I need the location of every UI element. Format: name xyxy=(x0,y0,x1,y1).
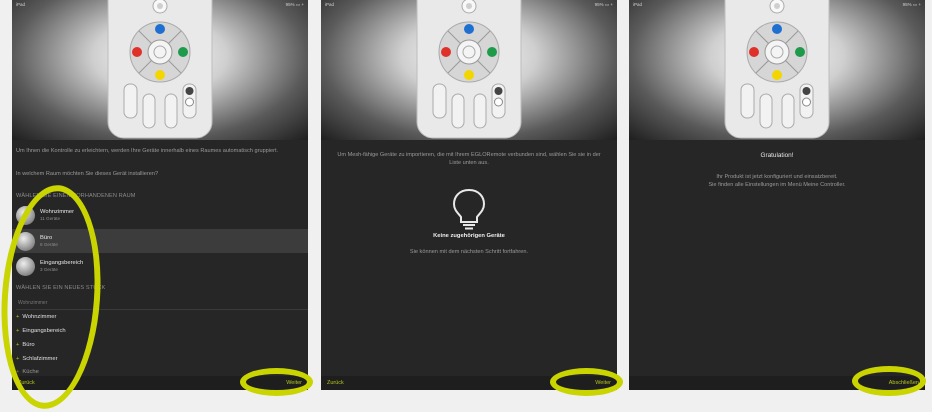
room-device-count: 3 Geräte xyxy=(40,267,58,272)
room-device-count: 11 Geräte xyxy=(40,216,61,221)
new-room-option[interactable]: + Schlafzimmer xyxy=(16,356,58,362)
remote-hero-image xyxy=(629,0,925,140)
footer-bar: Zurück Weiter xyxy=(12,376,308,390)
room-item-wohnzimmer[interactable]: Wohnzimmer 11 Geräte xyxy=(12,203,308,227)
new-room-option[interactable]: + Eingangsbereich xyxy=(16,328,66,334)
tutorial-composite: iPad 95% ▭ + Um Ihnen die Kontrolle zu e… xyxy=(0,0,932,412)
import-intro-text: Um Mesh-fähige Geräte zu importieren, di… xyxy=(337,152,601,166)
new-room-label: Eingangsbereich xyxy=(22,328,66,334)
empty-state-subtitle: Sie können mit dem nächsten Schritt fort… xyxy=(409,249,529,255)
lightbulb-icon xyxy=(452,188,486,230)
room-avatar-icon xyxy=(16,231,35,251)
remote-control-icon xyxy=(416,0,522,139)
plus-icon: + xyxy=(16,356,20,362)
status-battery: 95% ▭ + xyxy=(594,2,613,7)
room-item-buero[interactable]: Büro 8 Geräte xyxy=(12,229,308,253)
status-carrier: iPad xyxy=(325,2,335,7)
status-battery: 95% ▭ + xyxy=(285,2,304,7)
footer-bar: Abschließen xyxy=(629,376,925,390)
divider xyxy=(16,309,308,310)
room-device-count: 8 Geräte xyxy=(40,242,58,247)
status-carrier: iPad xyxy=(16,2,26,7)
congrats-line-2: Sie finden alle Einstellungen im Menü Me… xyxy=(708,182,846,188)
question-text: In welchem Raum möchten Sie dieses Gerät… xyxy=(16,171,159,177)
screen-congratulation: iPad 95% ▭ + Gratulation! Ihr Produkt is… xyxy=(629,0,925,390)
back-button[interactable]: Zurück xyxy=(327,380,344,386)
new-room-option[interactable]: + Büro xyxy=(16,342,35,348)
room-avatar-icon xyxy=(16,256,35,276)
remote-hero-image xyxy=(12,0,308,140)
status-bar: iPad 95% ▭ + xyxy=(321,0,617,10)
status-battery: 95% ▭ + xyxy=(902,2,921,7)
status-bar: iPad 95% ▭ + xyxy=(12,0,308,10)
new-room-option[interactable]: + Küche xyxy=(16,369,39,375)
plus-icon: + xyxy=(16,328,20,334)
room-name: Büro xyxy=(40,235,53,241)
back-button[interactable]: Zurück xyxy=(18,380,35,386)
congrats-line-1: Ihr Produkt ist jetzt konfiguriert und e… xyxy=(716,174,838,180)
new-room-label: Büro xyxy=(22,342,35,348)
room-avatar-icon xyxy=(16,205,35,225)
footer-bar: Zurück Weiter xyxy=(321,376,617,390)
remote-hero-image xyxy=(321,0,617,140)
next-button[interactable]: Weiter xyxy=(286,380,302,386)
room-item-eingangsbereich[interactable]: Eingangsbereich 3 Geräte xyxy=(12,254,308,278)
new-room-option[interactable]: + Wohnzimmer xyxy=(16,314,56,320)
screen-import-devices: iPad 95% ▭ + Um Mesh-fähige Geräte zu im… xyxy=(321,0,617,390)
empty-state-title: Keine zugehörigen Geräte xyxy=(433,233,505,239)
existing-rooms-header: WÄHLEN SIE EINEN VORHANDENEN RAUM xyxy=(16,193,136,199)
new-room-label: Schlafzimmer xyxy=(22,356,58,362)
remote-control-icon xyxy=(724,0,830,139)
new-room-label: Küche xyxy=(22,369,39,375)
room-name: Eingangsbereich xyxy=(40,260,84,266)
next-button[interactable]: Weiter xyxy=(595,380,611,386)
screen-room-selection: iPad 95% ▭ + Um Ihnen die Kontrolle zu e… xyxy=(12,0,308,390)
intro-text: Um Ihnen die Kontrolle zu erleichtern, w… xyxy=(16,148,279,154)
remote-control-icon xyxy=(107,0,213,139)
plus-icon: + xyxy=(16,342,20,348)
new-room-input[interactable]: Wohnzimmer xyxy=(18,300,47,307)
plus-icon: + xyxy=(16,369,20,375)
room-name: Wohnzimmer xyxy=(40,209,75,215)
new-room-header: WÄHLEN SIE EIN NEUES STÜCK xyxy=(16,285,106,291)
status-bar: iPad 95% ▭ + xyxy=(629,0,925,10)
new-room-label: Wohnzimmer xyxy=(22,314,57,320)
status-carrier: iPad xyxy=(633,2,643,7)
finish-button[interactable]: Abschließen xyxy=(889,380,919,386)
plus-icon: + xyxy=(16,314,20,320)
congrats-title: Gratulation! xyxy=(760,152,794,159)
